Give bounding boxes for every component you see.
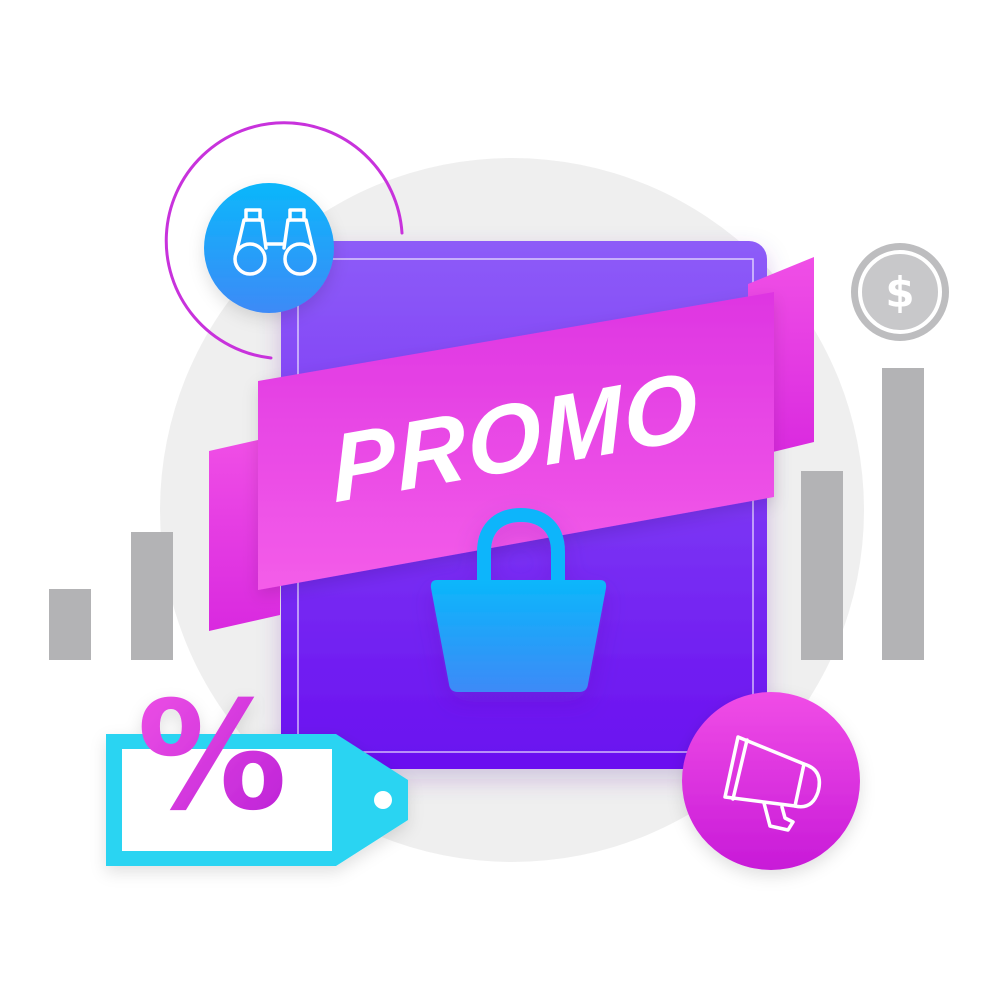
chart-bar [131, 532, 173, 660]
chart-bar [882, 368, 924, 660]
promo-illustration: $ PROMO % [49, 121, 949, 870]
bar-chart-left [49, 532, 173, 660]
megaphone-icon [682, 692, 860, 870]
dollar-coin-icon: $ [851, 243, 949, 341]
chart-bar [49, 589, 91, 660]
percent-symbol: % [137, 670, 287, 844]
tag-hole [374, 791, 392, 809]
chart-bar [801, 471, 843, 660]
coin-symbol: $ [885, 268, 914, 317]
binoculars-icon [204, 183, 334, 313]
